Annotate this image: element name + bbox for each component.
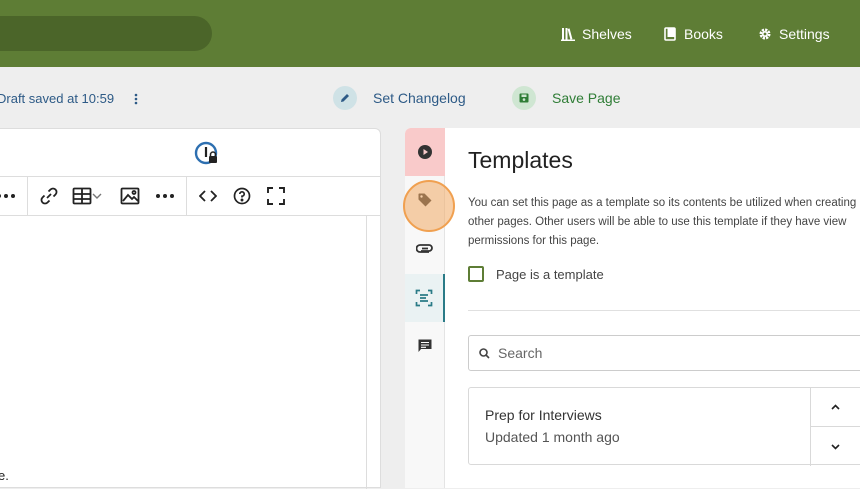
more-vertical-icon <box>134 93 138 105</box>
editor-content-text: e. <box>0 468 9 483</box>
wysiwyg-editor: e. <box>0 128 381 489</box>
search-icon <box>479 347 490 359</box>
template-search-input[interactable] <box>498 345 798 361</box>
help-icon[interactable] <box>230 185 254 207</box>
set-changelog-button[interactable]: Set Changelog <box>333 86 466 110</box>
save-page-button[interactable]: Save Page <box>512 86 621 110</box>
play-icon <box>418 145 432 159</box>
nav-shelves-label: Shelves <box>582 26 632 42</box>
global-search-input[interactable] <box>0 16 212 51</box>
tab-templates[interactable] <box>405 274 445 322</box>
editor-format-toolbar <box>0 177 380 216</box>
tab-play[interactable] <box>405 128 445 176</box>
panel-title: Templates <box>468 147 573 173</box>
tab-attachments[interactable] <box>405 225 445 273</box>
more-icon[interactable] <box>153 185 177 207</box>
template-move-down-button[interactable] <box>810 427 860 466</box>
editor-header <box>0 129 380 177</box>
chevron-up-icon <box>831 404 840 410</box>
template-name: Prep for Interviews <box>485 407 602 423</box>
draft-options-menu[interactable] <box>131 91 141 107</box>
template-toggle[interactable]: Page is a template <box>468 265 604 283</box>
draft-status: Draft saved at 10:59 <box>0 91 115 106</box>
tab-comments[interactable] <box>405 322 445 370</box>
sidebar-tabs <box>403 128 455 488</box>
template-updated: Updated 1 month ago <box>485 429 620 445</box>
gear-icon <box>759 28 771 40</box>
panel-divider <box>468 310 860 311</box>
locked-upload-icon <box>194 141 218 165</box>
comment-icon <box>418 339 432 352</box>
set-changelog-label: Set Changelog <box>373 90 466 106</box>
nav-settings-label: Settings <box>779 26 830 42</box>
nav-settings[interactable]: Settings <box>758 25 830 43</box>
fullscreen-icon[interactable] <box>264 185 288 207</box>
attachment-icon <box>416 244 433 253</box>
shelves-icon <box>561 28 575 41</box>
toolbar-separator <box>186 177 187 215</box>
save-icon <box>512 86 536 110</box>
chevron-down-icon[interactable] <box>90 185 104 207</box>
template-list-item[interactable]: Prep for Interviews Updated 1 month ago <box>468 387 860 466</box>
template-search[interactable] <box>468 335 860 371</box>
editor-scrollbar[interactable] <box>366 216 380 489</box>
save-page-label: Save Page <box>552 90 621 106</box>
books-icon <box>664 27 676 41</box>
toolbar-separator <box>27 177 28 215</box>
template-move-up-button[interactable] <box>810 388 860 427</box>
template-checkbox[interactable] <box>468 266 484 282</box>
editor-sidebar: Templates You can set this page as a tem… <box>403 128 860 488</box>
more-icon[interactable] <box>0 185 18 207</box>
nav-books[interactable]: Books <box>664 25 723 43</box>
nav-books-label: Books <box>684 26 723 42</box>
nav-shelves[interactable]: Shelves <box>561 25 632 43</box>
chevron-down-icon <box>831 443 840 450</box>
pencil-icon <box>333 86 357 110</box>
image-icon[interactable] <box>118 185 142 207</box>
link-icon[interactable] <box>37 185 61 207</box>
panel-description: You can set this page as a template so i… <box>468 197 857 247</box>
template-checkbox-label: Page is a template <box>496 266 604 282</box>
code-icon[interactable] <box>196 185 220 207</box>
templates-icon <box>415 289 433 307</box>
top-header: Shelves Books Settings <box>0 0 860 67</box>
